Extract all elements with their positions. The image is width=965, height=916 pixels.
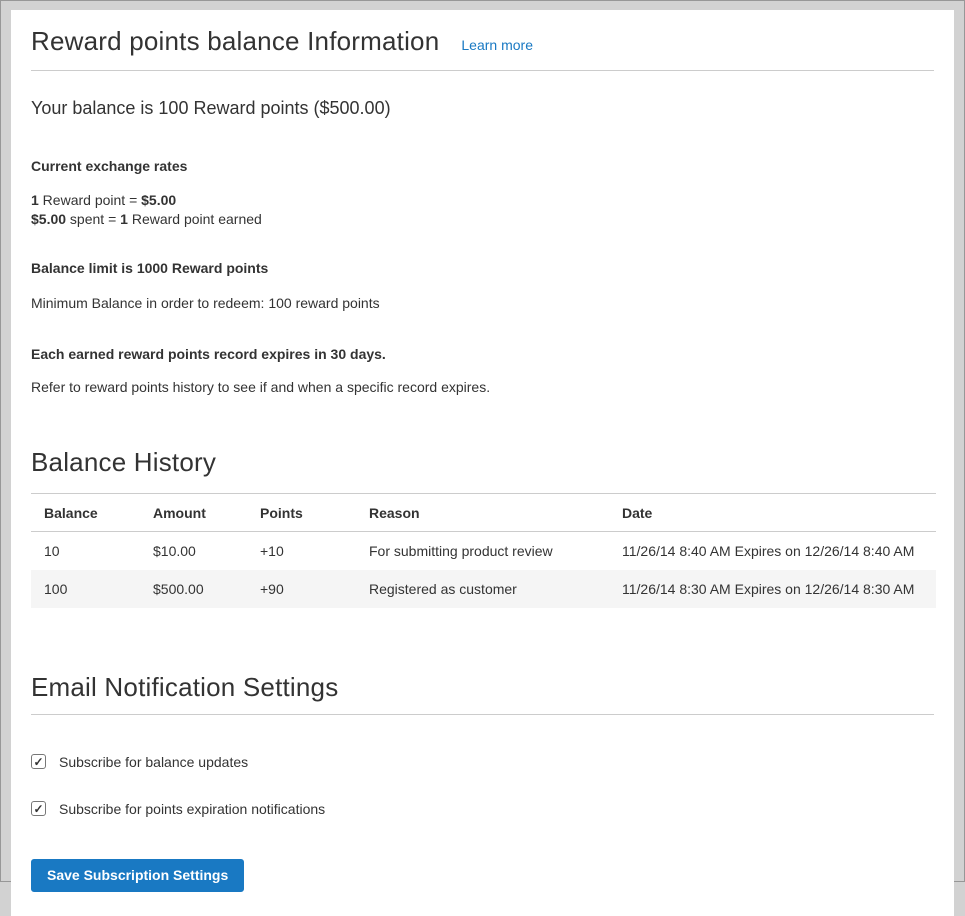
exchange-rates-heading: Current exchange rates xyxy=(31,157,934,176)
card-header: Reward points balance Information Learn … xyxy=(31,24,934,57)
column-header-amount: Amount xyxy=(140,494,247,532)
minimum-balance-text: Minimum Balance in order to redeem: 100 … xyxy=(31,294,934,313)
balance-updates-checkbox[interactable]: ✓ xyxy=(31,754,46,769)
page-title: Reward points balance Information xyxy=(31,26,439,57)
expiration-notifications-option: ✓ Subscribe for points expiration notifi… xyxy=(31,801,934,817)
column-header-points: Points xyxy=(247,494,356,532)
expiry-note-text: Refer to reward points history to see if… xyxy=(31,378,934,397)
expiration-notifications-checkbox[interactable]: ✓ xyxy=(31,801,46,816)
expiration-notifications-label[interactable]: Subscribe for points expiration notifica… xyxy=(59,801,325,817)
balance-history-table: Balance Amount Points Reason Date 10 $10… xyxy=(31,493,936,608)
balance-limit-text: Balance limit is 1000 Reward points xyxy=(31,259,934,278)
cell-reason: For submitting product review xyxy=(356,532,609,570)
email-settings-divider xyxy=(31,714,934,715)
balance-summary: Your balance is 100 Reward points ($500.… xyxy=(31,98,934,119)
save-subscription-settings-button[interactable]: Save Subscription Settings xyxy=(31,859,244,892)
email-settings-title: Email Notification Settings xyxy=(31,672,934,703)
cell-points: +10 xyxy=(247,532,356,570)
learn-more-link[interactable]: Learn more xyxy=(461,37,533,53)
cell-balance: 10 xyxy=(31,532,140,570)
balance-updates-option: ✓ Subscribe for balance updates xyxy=(31,754,934,770)
table-row: 100 $500.00 +90 Registered as customer 1… xyxy=(31,570,936,608)
balance-history-title: Balance History xyxy=(31,447,934,478)
balance-updates-label[interactable]: Subscribe for balance updates xyxy=(59,754,248,770)
table-header-row: Balance Amount Points Reason Date xyxy=(31,494,936,532)
cell-amount: $500.00 xyxy=(140,570,247,608)
cell-date: 11/26/14 8:30 AM Expires on 12/26/14 8:3… xyxy=(609,570,936,608)
cell-balance: 100 xyxy=(31,570,140,608)
column-header-reason: Reason xyxy=(356,494,609,532)
cell-points: +90 xyxy=(247,570,356,608)
cell-reason: Registered as customer xyxy=(356,570,609,608)
exchange-rate-line-2: $5.00 spent = 1 Reward point earned xyxy=(31,210,934,229)
reward-info-card: Reward points balance Information Learn … xyxy=(11,10,954,916)
exchange-rate-lines: 1 Reward point = $5.00 $5.00 spent = 1 R… xyxy=(31,191,934,229)
cell-date: 11/26/14 8:40 AM Expires on 12/26/14 8:4… xyxy=(609,532,936,570)
column-header-balance: Balance xyxy=(31,494,140,532)
table-row: 10 $10.00 +10 For submitting product rev… xyxy=(31,532,936,570)
expiry-rule-text: Each earned reward points record expires… xyxy=(31,345,934,364)
exchange-rate-line-1: 1 Reward point = $5.00 xyxy=(31,191,934,210)
cell-amount: $10.00 xyxy=(140,532,247,570)
header-divider xyxy=(31,70,934,71)
column-header-date: Date xyxy=(609,494,936,532)
